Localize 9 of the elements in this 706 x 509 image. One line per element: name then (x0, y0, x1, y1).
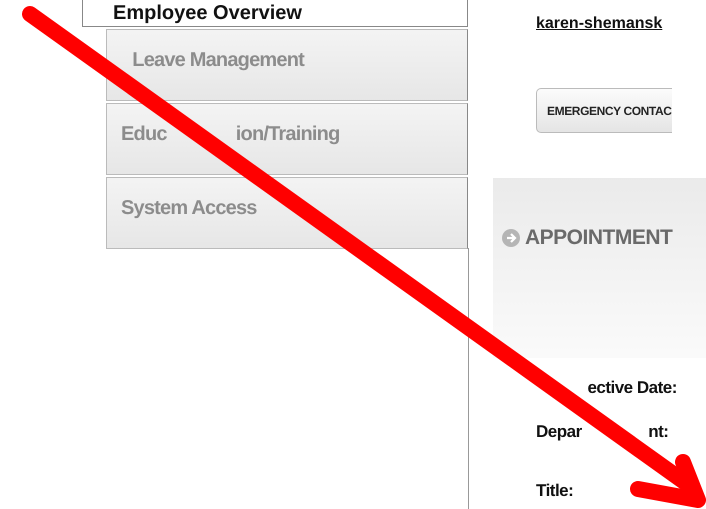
arrow-circle-icon (501, 228, 521, 248)
field-label: ective Date: (587, 377, 677, 399)
nav-tab[interactable]: Employee Overview (82, 0, 468, 27)
section-title: APPOINTMENT (525, 225, 672, 251)
field-label: Depar (536, 420, 582, 442)
field-label: Title: (536, 480, 574, 502)
user-link[interactable]: karen-shemansk (536, 12, 662, 36)
field-label: nt: (648, 420, 668, 442)
emergency-contact-button[interactable]: EMERGENCY CONTAC (536, 88, 672, 133)
